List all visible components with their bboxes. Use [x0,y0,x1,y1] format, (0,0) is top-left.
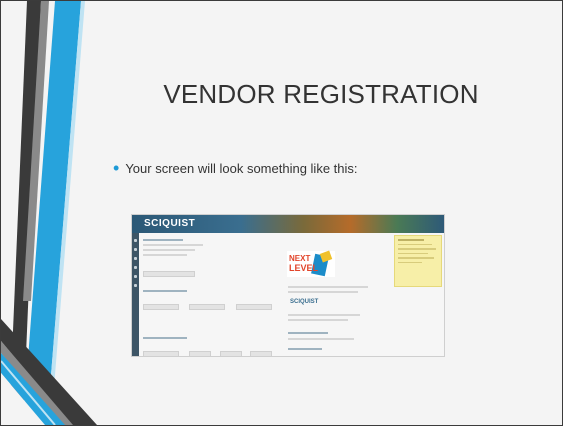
note-line [398,257,434,259]
form-heading [143,290,187,292]
form-line [143,249,195,251]
note-lines [395,239,441,263]
form-heading [143,337,187,339]
promo-heading [288,332,328,334]
form-field-row [143,344,278,356]
promo-line [288,286,368,288]
form-field [219,351,242,356]
form-field [143,271,195,277]
promo-line [288,314,360,316]
banner-text-2: LEVEL [289,263,319,273]
form-heading [143,239,183,241]
note-line [398,248,436,250]
embedded-screenshot: SCIQUIST NEXT LEVEL SCIQUIST [131,214,445,357]
screenshot-topbar: SCIQUIST [132,215,444,233]
slide-title: VENDOR REGISTRATION [163,79,479,109]
form-field [189,304,226,310]
note-line [398,261,422,263]
banner-text-1: NEXT [289,254,311,263]
slide-decoration [1,1,97,425]
form-field-row [143,297,278,315]
note-line [398,243,432,245]
note-line [398,239,424,241]
form-field [143,304,179,310]
next-level-banner: NEXT LEVEL [287,250,335,277]
sticky-note [394,235,442,287]
screenshot-sidebar [132,233,139,356]
form-line [143,244,203,246]
sidebar-icon [134,284,137,287]
banner-shape [319,250,333,263]
bullet-icon: • [113,158,120,178]
form-field-row [143,264,278,282]
form-field [189,351,212,356]
form-field [235,304,272,310]
sidebar-icon [134,257,137,260]
sidebar-icon [134,275,137,278]
sidebar-icon [134,248,137,251]
secondary-logo: SCIQUIST [290,299,319,305]
bullet-text: Your screen will look something like thi… [125,160,358,176]
promo-line [288,291,358,293]
screenshot-form-panel [143,237,278,356]
note-line [398,252,428,254]
form-line [143,254,187,256]
slide: VENDOR REGISTRATION • Your screen will l… [0,0,563,426]
promo-line [288,319,348,321]
promo-heading [288,348,322,350]
form-field [143,351,179,356]
bullet-item: • Your screen will look something like t… [113,159,358,177]
sidebar-icon [134,239,137,242]
sidebar-icon [134,266,137,269]
screenshot-promo-column: NEXT LEVEL SCIQUIST [282,237,387,353]
promo-line [288,338,354,340]
form-field [250,351,273,356]
screenshot-logo: SCIQUIST [144,218,196,229]
